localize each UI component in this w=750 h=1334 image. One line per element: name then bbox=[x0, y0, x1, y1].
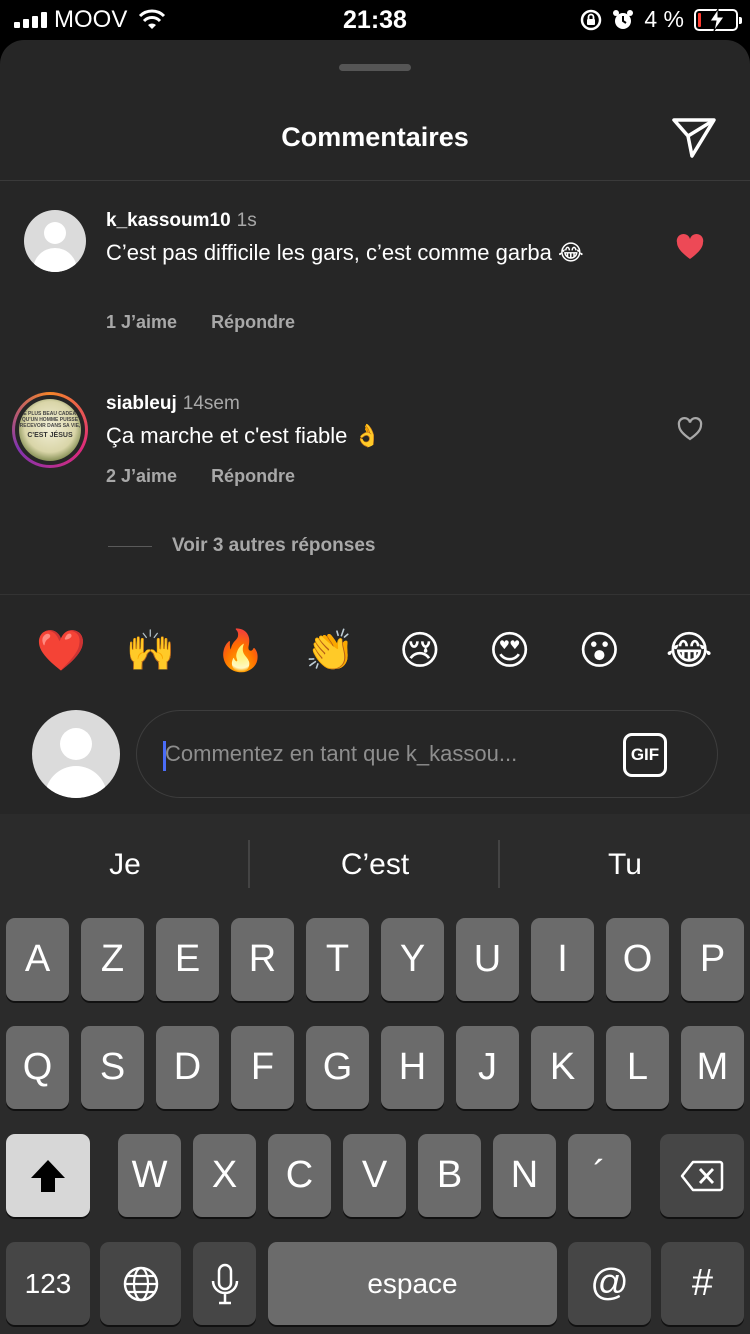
key-k[interactable]: K bbox=[531, 1026, 594, 1109]
comment-text: Ça marche et c'est fiable 👌 bbox=[106, 423, 381, 448]
divider bbox=[0, 180, 750, 181]
comments-sheet: Commentaires k_kassoum10 1s C’est pas dif… bbox=[0, 40, 750, 814]
emoji-quick-bar: ❤️ 🙌 🔥 👏 😢 😍 😮 😂 bbox=[0, 625, 750, 677]
view-replies-label[interactable]: Voir 3 autres réponses bbox=[172, 535, 375, 557]
comment-input[interactable]: Commentez en tant que k_kassou... GIF bbox=[136, 710, 718, 798]
key-l[interactable]: L bbox=[606, 1026, 669, 1109]
key-c[interactable]: C bbox=[268, 1134, 331, 1217]
like-count[interactable]: 1 J’aime bbox=[106, 312, 177, 333]
battery-icon bbox=[694, 8, 742, 31]
comment-username[interactable]: siableuj 14sem bbox=[106, 393, 240, 415]
emoji-laughing[interactable]: 😂 bbox=[659, 625, 719, 677]
emoji-clap[interactable]: 👏 bbox=[300, 625, 360, 677]
emoji-heart-eyes[interactable]: 😍 bbox=[480, 625, 540, 677]
keyboard: Je C’est Tu A Z E R T Y U I O P Q S D F … bbox=[0, 814, 750, 1334]
status-bar: MOOV 21:38 4 % bbox=[0, 0, 750, 40]
avatar-caption: LE PLUS BEAU CADEAU QU'UN HOMME PUISSE R… bbox=[19, 411, 81, 429]
sheet-grabber[interactable] bbox=[339, 64, 411, 71]
key-s[interactable]: S bbox=[81, 1026, 144, 1109]
key-u[interactable]: U bbox=[456, 918, 519, 1001]
key-g[interactable]: G bbox=[306, 1026, 369, 1109]
heart-outline-icon[interactable] bbox=[676, 416, 704, 442]
story-avatar[interactable]: LE PLUS BEAU CADEAU QU'UN HOMME PUISSE R… bbox=[12, 392, 88, 468]
key-accent[interactable]: ´ bbox=[568, 1134, 631, 1217]
key-o[interactable]: O bbox=[606, 918, 669, 1001]
current-user-avatar bbox=[32, 710, 120, 798]
at-key[interactable]: @ bbox=[568, 1242, 651, 1325]
view-replies-button[interactable]: Voir 3 autres réponses bbox=[108, 535, 375, 557]
globe-icon bbox=[123, 1266, 158, 1301]
sheet-title: Commentaires bbox=[281, 122, 469, 152]
key-h[interactable]: H bbox=[381, 1026, 444, 1109]
key-n[interactable]: N bbox=[493, 1134, 556, 1217]
suggestion-3[interactable]: Tu bbox=[500, 848, 750, 882]
avatar[interactable] bbox=[24, 210, 86, 272]
comment-time: 14sem bbox=[182, 393, 240, 414]
shift-key[interactable] bbox=[6, 1134, 90, 1217]
like-count[interactable]: 2 J’aime bbox=[106, 466, 177, 487]
charging-bolt-icon bbox=[709, 8, 725, 31]
emoji-cry[interactable]: 😢 bbox=[390, 625, 450, 677]
key-y[interactable]: Y bbox=[381, 918, 444, 1001]
comment-username[interactable]: k_kassoum10 1s bbox=[106, 210, 257, 232]
comment-placeholder: Commentez en tant que k_kassou... bbox=[165, 741, 518, 766]
key-j[interactable]: J bbox=[456, 1026, 519, 1109]
globe-key[interactable] bbox=[100, 1242, 181, 1325]
key-v[interactable]: V bbox=[343, 1134, 406, 1217]
shift-arrow-icon bbox=[31, 1159, 65, 1192]
key-f[interactable]: F bbox=[231, 1026, 294, 1109]
divider bbox=[0, 594, 750, 595]
gif-button[interactable]: GIF bbox=[623, 733, 667, 777]
emoji-heart[interactable]: ❤️ bbox=[31, 625, 91, 677]
reply-button[interactable]: Répondre bbox=[211, 312, 295, 333]
emoji-surprised[interactable]: 😮 bbox=[569, 625, 629, 677]
dictation-key[interactable] bbox=[193, 1242, 256, 1325]
backspace-icon bbox=[680, 1160, 724, 1191]
key-b[interactable]: B bbox=[418, 1134, 481, 1217]
suggestion-2[interactable]: C’est bbox=[250, 848, 500, 882]
space-key[interactable]: espace bbox=[268, 1242, 557, 1325]
microphone-icon bbox=[211, 1263, 238, 1304]
key-e[interactable]: E bbox=[156, 918, 219, 1001]
heart-filled-icon[interactable] bbox=[676, 234, 704, 260]
alarm-icon bbox=[613, 9, 634, 29]
key-w[interactable]: W bbox=[118, 1134, 181, 1217]
hash-key[interactable]: # bbox=[661, 1242, 744, 1325]
orientation-lock-icon bbox=[581, 9, 602, 30]
battery-percent: 4 % bbox=[644, 6, 684, 32]
delete-key[interactable] bbox=[660, 1134, 744, 1217]
comment-time: 1s bbox=[236, 210, 257, 231]
suggestion-1[interactable]: Je bbox=[0, 848, 250, 882]
predictive-bar: Je C’est Tu bbox=[0, 814, 750, 914]
key-q[interactable]: Q bbox=[6, 1026, 69, 1109]
key-z[interactable]: Z bbox=[81, 918, 144, 1001]
key-x[interactable]: X bbox=[193, 1134, 256, 1217]
key-d[interactable]: D bbox=[156, 1026, 219, 1109]
key-i[interactable]: I bbox=[531, 918, 594, 1001]
emoji-fire[interactable]: 🔥 bbox=[210, 625, 270, 677]
key-p[interactable]: P bbox=[681, 918, 744, 1001]
send-icon[interactable] bbox=[670, 112, 718, 160]
reply-button[interactable]: Répondre bbox=[211, 466, 295, 487]
key-r[interactable]: R bbox=[231, 918, 294, 1001]
avatar-caption-title: C'EST JÉSUS bbox=[27, 432, 73, 439]
key-m[interactable]: M bbox=[681, 1026, 744, 1109]
key-t[interactable]: T bbox=[306, 918, 369, 1001]
comment-text: C’est pas difficile les gars, c’est comm… bbox=[106, 240, 584, 265]
key-a[interactable]: A bbox=[6, 918, 69, 1001]
numbers-key[interactable]: 123 bbox=[6, 1242, 90, 1325]
replies-line bbox=[108, 545, 152, 547]
emoji-raised-hands[interactable]: 🙌 bbox=[121, 625, 181, 677]
